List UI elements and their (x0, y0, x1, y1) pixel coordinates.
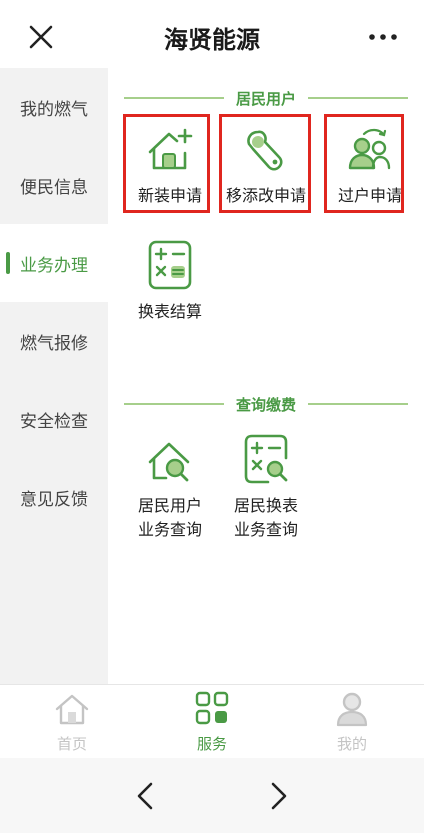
tile-label-line2: 业务查询 (137, 520, 202, 539)
section-title: 查询缴费 (236, 395, 297, 414)
sidebar-item-business[interactable]: 业务办理 (0, 224, 108, 302)
tile-meter-settlement[interactable]: 换表结算 (124, 238, 216, 324)
divider (124, 403, 224, 405)
calculator-search-icon (244, 434, 288, 484)
browser-nav (0, 758, 424, 833)
section-header-query: 查询缴费 (124, 392, 409, 416)
sidebar-item-my-gas[interactable]: 我的燃气 (0, 68, 108, 146)
tab-bar: 首页 服务 我的 (0, 684, 424, 758)
person-icon (336, 692, 368, 727)
page-title: 海贤能源 (164, 26, 260, 54)
section-title: 居民用户 (236, 89, 297, 108)
grid-icon (195, 691, 229, 725)
sidebar-item-repair[interactable]: 燃气报修 (0, 302, 108, 380)
divider (308, 97, 409, 99)
tile-meter-change-query[interactable]: 居民换表 业务查询 (220, 432, 312, 542)
active-indicator (6, 252, 10, 274)
tile-label-line1: 居民用户 (137, 496, 202, 515)
tab-service[interactable]: 服务 (162, 691, 262, 754)
sidebar-item-label: 意见反馈 (20, 489, 88, 510)
divider (124, 97, 224, 99)
tab-label: 我的 (336, 735, 367, 753)
chevron-right-icon[interactable] (258, 776, 298, 816)
sidebar-item-label: 安全检查 (20, 411, 88, 432)
chevron-left-icon[interactable] (126, 776, 166, 816)
sidebar-item-info[interactable]: 便民信息 (0, 146, 108, 224)
main-content: 居民用户 新装申请 移添改申请 过户申请 换表结算 查询缴费 居民用户 业务查询… (108, 68, 424, 684)
sidebar-item-label: 业务办理 (20, 255, 88, 276)
section-header-residential: 居民用户 (124, 86, 409, 110)
sidebar: 我的燃气 便民信息 业务办理 燃气报修 安全检查 意见反馈 (0, 68, 108, 684)
tile-label: 换表结算 (137, 302, 202, 321)
tile-label-line2: 业务查询 (233, 520, 298, 539)
tab-label: 服务 (196, 735, 227, 753)
tile-label-line1: 居民换表 (233, 496, 298, 515)
more-icon[interactable] (366, 24, 400, 50)
sidebar-item-label: 便民信息 (20, 177, 88, 198)
highlight-box (123, 114, 210, 213)
sidebar-item-label: 我的燃气 (20, 99, 88, 120)
house-search-icon (148, 442, 190, 482)
highlight-box (219, 114, 311, 213)
highlight-box (324, 114, 404, 213)
tile-resident-query[interactable]: 居民用户 业务查询 (124, 432, 216, 542)
divider (308, 403, 409, 405)
sidebar-item-feedback[interactable]: 意见反馈 (0, 458, 108, 536)
home-icon (55, 694, 89, 725)
tab-label: 首页 (56, 735, 87, 753)
app-header: 海贤能源 (0, 0, 424, 68)
sidebar-item-safety[interactable]: 安全检查 (0, 380, 108, 458)
sidebar-item-label: 燃气报修 (20, 333, 88, 354)
calculator-icon (148, 240, 192, 290)
tab-home[interactable]: 首页 (22, 691, 122, 754)
tab-mine[interactable]: 我的 (302, 691, 402, 754)
